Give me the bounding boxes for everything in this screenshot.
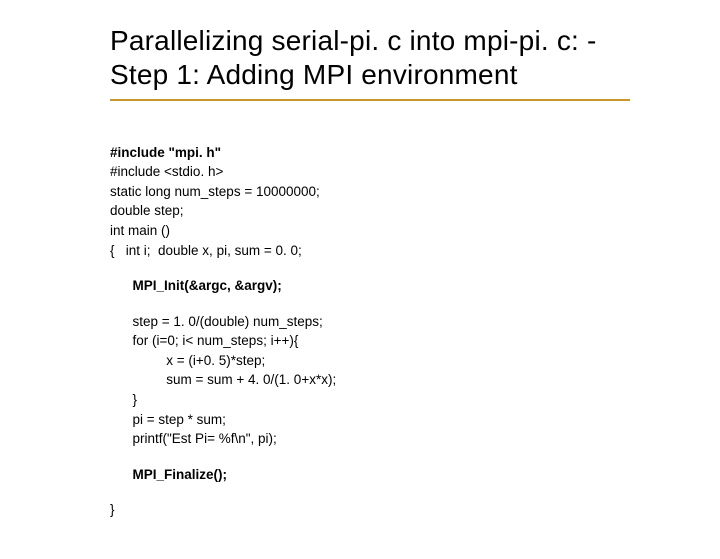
code-line: #include <stdio. h> bbox=[110, 164, 223, 179]
code-line: printf("Est Pi= %f\n", pi); bbox=[110, 431, 277, 446]
code-line: sum = sum + 4. 0/(1. 0+x*x); bbox=[110, 372, 336, 387]
code-line: int main () bbox=[110, 223, 170, 238]
code-line: step = 1. 0/(double) num_steps; bbox=[110, 314, 323, 329]
code-line: double step; bbox=[110, 203, 184, 218]
code-block: #include "mpi. h" #include <stdio. h> st… bbox=[110, 123, 660, 559]
code-line: } bbox=[110, 392, 137, 407]
slide-title: Parallelizing serial-pi. c into mpi-pi. … bbox=[110, 24, 660, 91]
code-section-mpi-init: MPI_Init(&argc, &argv); bbox=[110, 276, 660, 296]
title-line-1: Parallelizing serial-pi. c into mpi-pi. … bbox=[110, 25, 597, 56]
code-line: MPI_Finalize(); bbox=[110, 467, 227, 482]
code-section-includes: #include "mpi. h" #include <stdio. h> st… bbox=[110, 143, 660, 260]
code-section-mpi-finalize: MPI_Finalize(); bbox=[110, 465, 660, 485]
code-line: pi = step * sum; bbox=[110, 412, 226, 427]
code-line: #include "mpi. h" bbox=[110, 145, 221, 160]
code-line: x = (i+0. 5)*step; bbox=[110, 353, 265, 368]
code-line: for (i=0; i< num_steps; i++){ bbox=[110, 333, 298, 348]
slide: Parallelizing serial-pi. c into mpi-pi. … bbox=[0, 0, 720, 540]
code-section-body: step = 1. 0/(double) num_steps; for (i=0… bbox=[110, 312, 660, 449]
code-line: { int i; double x, pi, sum = 0. 0; bbox=[110, 243, 302, 258]
code-section-close: } bbox=[110, 500, 660, 520]
code-line: static long num_steps = 10000000; bbox=[110, 184, 320, 199]
code-line: } bbox=[110, 502, 115, 517]
code-line: MPI_Init(&argc, &argv); bbox=[110, 278, 282, 293]
title-line-2: Step 1: Adding MPI environment bbox=[110, 59, 518, 90]
title-underline bbox=[110, 99, 630, 101]
